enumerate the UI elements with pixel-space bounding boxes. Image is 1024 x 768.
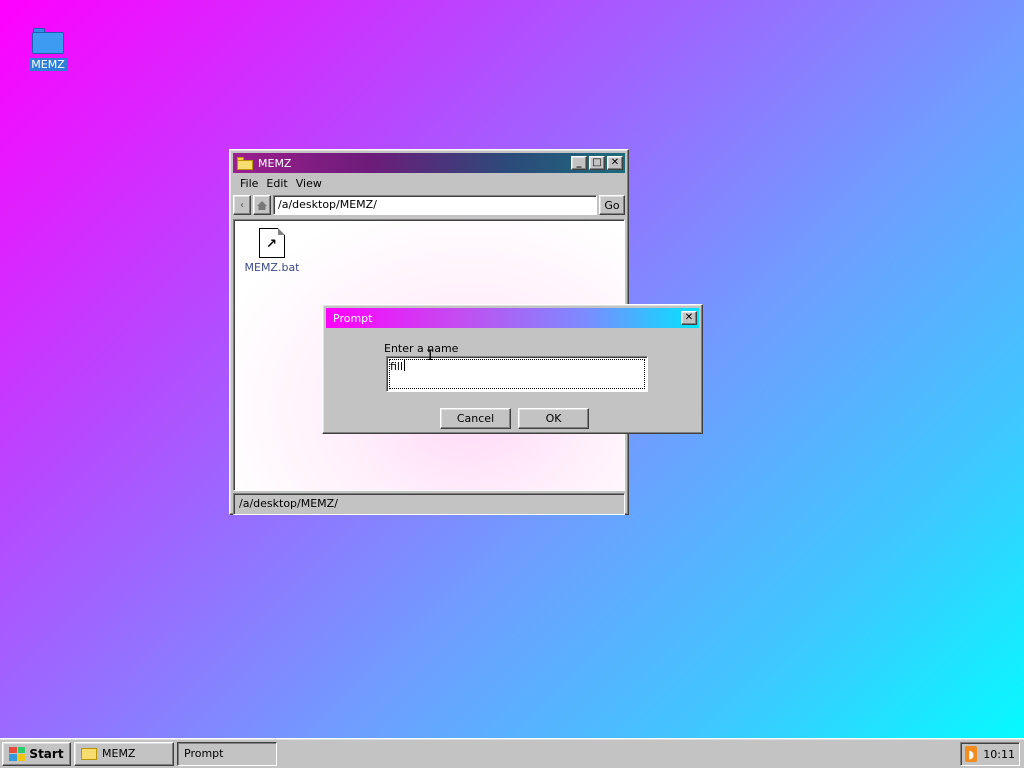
name-input-value: fill bbox=[390, 360, 404, 373]
maximize-button[interactable]: □ bbox=[589, 156, 605, 170]
shortcut-file-icon: ↗ bbox=[259, 228, 285, 258]
folder-icon bbox=[237, 156, 253, 170]
system-tray: ◗ 10:11 bbox=[960, 742, 1020, 766]
file-item[interactable]: ↗ MEMZ.bat bbox=[244, 228, 300, 274]
home-icon bbox=[257, 200, 267, 210]
task-prompt[interactable]: Prompt bbox=[177, 741, 277, 766]
task-label: Prompt bbox=[184, 747, 224, 760]
folder-icon bbox=[32, 28, 64, 54]
task-memz[interactable]: MEMZ bbox=[74, 741, 174, 766]
start-button[interactable]: Start bbox=[2, 741, 71, 766]
dialog-body: Enter a name fill I Cancel OK bbox=[326, 328, 699, 432]
address-input[interactable]: /a/desktop/MEMZ/ bbox=[273, 195, 597, 215]
rss-icon[interactable]: ◗ bbox=[965, 746, 978, 762]
back-icon: ‹ bbox=[240, 199, 244, 211]
desktop-icon-memz[interactable]: MEMZ bbox=[26, 28, 70, 71]
task-label: MEMZ bbox=[102, 747, 136, 760]
dialog-close-button[interactable]: ✕ bbox=[681, 311, 697, 325]
start-logo-icon bbox=[9, 746, 26, 761]
window-title: MEMZ bbox=[258, 156, 292, 170]
minimize-icon: _ bbox=[576, 157, 582, 168]
folder-icon bbox=[81, 747, 97, 760]
status-bar: /a/desktop/MEMZ/ bbox=[233, 493, 625, 515]
back-button[interactable]: ‹ bbox=[233, 195, 251, 215]
text-caret bbox=[404, 360, 406, 371]
prompt-dialog: Prompt ✕ Enter a name fill I Cancel OK bbox=[322, 304, 703, 434]
start-label: Start bbox=[29, 746, 64, 761]
taskbar: Start MEMZ Prompt ◗ 10:11 bbox=[0, 738, 1024, 768]
minimize-button[interactable]: _ bbox=[571, 156, 587, 170]
clock: 10:11 bbox=[983, 747, 1015, 761]
menu-view[interactable]: View bbox=[292, 177, 326, 190]
ok-button[interactable]: OK bbox=[518, 408, 589, 429]
go-button[interactable]: Go bbox=[599, 195, 625, 215]
close-icon: ✕ bbox=[610, 157, 620, 168]
close-icon: ✕ bbox=[684, 312, 694, 323]
maximize-icon: □ bbox=[592, 157, 602, 168]
home-button[interactable] bbox=[253, 195, 271, 215]
menu-file[interactable]: File bbox=[236, 177, 262, 190]
prompt-titlebar[interactable]: Prompt ✕ bbox=[326, 308, 699, 328]
explorer-titlebar[interactable]: MEMZ _ □ ✕ bbox=[233, 153, 625, 173]
address-bar: ‹ /a/desktop/MEMZ/ Go bbox=[233, 193, 625, 217]
menu-edit[interactable]: Edit bbox=[262, 177, 291, 190]
cancel-button[interactable]: Cancel bbox=[440, 408, 511, 429]
close-button[interactable]: ✕ bbox=[607, 156, 623, 170]
ibeam-cursor-icon: I bbox=[426, 348, 435, 364]
prompt-label: Enter a name bbox=[384, 342, 459, 355]
file-name: MEMZ.bat bbox=[244, 261, 300, 274]
desktop-icon-label: MEMZ bbox=[29, 58, 67, 71]
dialog-title: Prompt bbox=[333, 311, 373, 325]
menubar: File Edit View bbox=[233, 173, 625, 193]
